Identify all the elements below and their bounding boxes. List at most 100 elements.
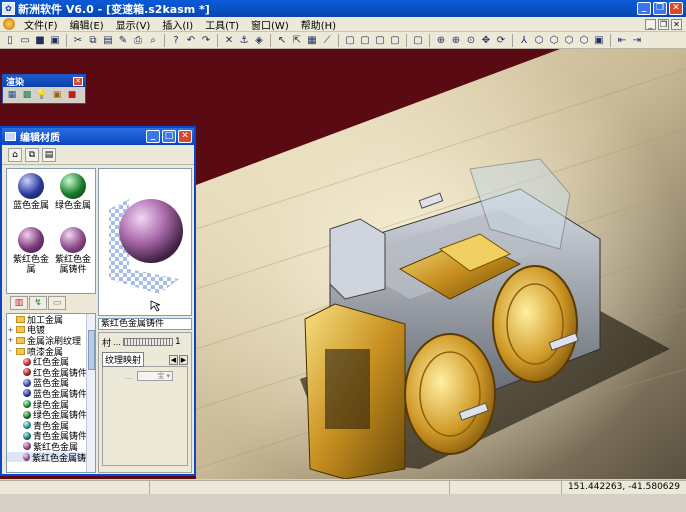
minimize-button[interactable]: _ [637,2,651,15]
material-ball-icon [23,357,31,366]
floating-toolbar-close-button[interactable]: ✕ [73,76,83,86]
menu-insert[interactable]: 插入(I) [156,17,199,32]
print-preview-icon[interactable]: ⌕ [146,33,160,47]
menu-edit[interactable]: 编辑(E) [64,17,110,32]
material-swatch[interactable]: 紫红色金属 [9,227,53,275]
layout-right-icon[interactable]: ⇥ [630,33,644,47]
library-tabs: ▥ ↯ ▭ [6,296,96,312]
tree-item[interactable]: 紫红色金属铸件 [7,451,95,464]
param-slider[interactable] [123,338,174,346]
material-swatch-panel: 蓝色金属 绿色金属 紫红色金属 紫红色金属铸件 [6,168,96,294]
undo-icon[interactable]: ↶ [184,33,198,47]
view-box5-icon[interactable]: ▢ [411,33,425,47]
doc-close-button[interactable]: ✕ [671,18,682,30]
render-grid-icon[interactable]: ▩ [21,89,33,101]
doc-restore-button[interactable]: ❐ [658,18,669,30]
format-brush-icon[interactable]: ✎ [116,33,130,47]
menu-file[interactable]: 文件(F) [18,17,64,32]
material-properties-panel: 村 … 1 纹理映射 ◀ ▶ … 宝 ▾ [98,332,192,473]
swatch-label: 紫红色金属 [12,255,49,275]
collapse-icon[interactable]: - [7,347,14,355]
view-box2-icon[interactable]: ▢ [358,33,372,47]
view-box4-icon[interactable]: ▢ [388,33,402,47]
paint-icon[interactable]: ◈ [252,33,266,47]
zoom-window-icon[interactable]: ⊙ [464,33,478,47]
tab-scroll-right-icon[interactable]: ▶ [179,354,188,365]
swatch-label: 蓝色金属 [12,201,49,211]
menu-window[interactable]: 窗口(W) [245,17,295,32]
material-swatch[interactable]: 绿色金属 [51,173,95,211]
cube-top-icon[interactable]: ⬡ [562,33,576,47]
material-cube-icon[interactable]: ■ [66,89,78,101]
tab-folder-icon[interactable]: ▭ [48,296,66,310]
cube-shaded-icon[interactable]: ▣ [592,33,606,47]
material-editor-minimize-button[interactable]: _ [146,130,160,143]
select-arrow-icon[interactable]: ↖ [275,33,289,47]
redo-icon[interactable]: ↷ [199,33,213,47]
tree-item[interactable]: 加工金属 [7,314,95,326]
scrollbar-thumb[interactable] [88,330,95,370]
toolbar-separator [164,33,165,47]
delete-icon[interactable]: ✕ [222,33,236,47]
anchor-icon[interactable]: ⚓ [237,33,251,47]
close-button[interactable]: ✕ [669,2,683,15]
copy-icon[interactable]: ⧉ [86,33,100,47]
cut-icon[interactable]: ✂ [71,33,85,47]
cube-front-icon[interactable]: ⬡ [532,33,546,47]
save-all-icon[interactable]: ▣ [48,33,62,47]
menu-help[interactable]: 帮助(H) [295,17,342,32]
doc-minimize-button[interactable]: _ [645,18,656,30]
material-swatch[interactable]: 蓝色金属 [9,173,53,211]
material-ball-icon [18,173,44,199]
render-scene-icon[interactable]: ▦ [6,89,18,101]
material-tree[interactable]: 加工金属 + 电镀 + 金属涂刷纹理 - 喷漆金属 红色金属 红色金属铸件 蓝色金属 … [6,313,96,473]
tab-selection-icon[interactable]: ↯ [29,296,47,310]
menu-tools[interactable]: 工具(T) [199,17,245,32]
print-icon[interactable]: ⎙ [131,33,145,47]
paste-icon[interactable]: ▤ [101,33,115,47]
material-preview-render [109,199,183,312]
material-paste-icon[interactable]: ▤ [42,147,56,162]
select-part-icon[interactable]: ⇱ [290,33,304,47]
restore-button[interactable]: ❐ [653,2,667,15]
material-swatch[interactable]: 紫红色金属铸件 [51,227,95,275]
material-ball-icon [23,442,31,451]
pan-icon[interactable]: ✥ [479,33,493,47]
tab-library-icon[interactable]: ▥ [10,296,28,310]
material-ball-icon [23,400,31,409]
help-icon[interactable]: ? [169,33,183,47]
grid-icon[interactable]: ▦ [305,33,319,47]
new-file-icon[interactable]: ▯ [3,33,17,47]
document-icon[interactable] [3,18,15,30]
material-name-field[interactable]: 紫红色金属铸件 [98,318,192,330]
expand-icon[interactable]: + [7,336,14,344]
zoom-icon[interactable]: ⊕ [434,33,448,47]
rotate-icon[interactable]: ⟳ [494,33,508,47]
zoom-in-icon[interactable]: ⊕ [449,33,463,47]
measure-icon[interactable]: ⟋ [320,33,334,47]
light-bulb-icon[interactable]: 💡 [36,89,48,101]
expand-icon[interactable]: + [7,326,14,334]
material-copy-icon[interactable]: ⧉ [25,147,39,162]
layout-left-icon[interactable]: ⇤ [615,33,629,47]
toolbar-separator [217,33,218,47]
render-view-icon[interactable]: ▣ [51,89,63,101]
tab-scroll-left-icon[interactable]: ◀ [169,354,178,365]
open-folder-icon[interactable]: ▭ [18,33,32,47]
axes-icon[interactable]: ⅄ [517,33,531,47]
tab-texture-mapping[interactable]: 纹理映射 [102,352,145,367]
material-home-icon[interactable]: ⌂ [8,147,22,162]
cube-side-icon[interactable]: ⬡ [547,33,561,47]
floating-toolbar-title[interactable]: 渲染 ✕ [3,75,85,88]
view-box3-icon[interactable]: ▢ [373,33,387,47]
save-icon[interactable]: ■ [33,33,47,47]
tree-scrollbar[interactable] [86,314,95,472]
material-editor-titlebar[interactable]: 编辑材质 _ □ ✕ [2,128,194,145]
material-editor-maximize-button[interactable]: □ [162,130,176,143]
material-editor-close-button[interactable]: ✕ [178,130,192,143]
view-box1-icon[interactable]: ▢ [343,33,357,47]
menu-view[interactable]: 显示(V) [110,17,157,32]
cube-iso-icon[interactable]: ⬡ [577,33,591,47]
material-preview[interactable] [98,168,192,316]
texture-type-dropdown[interactable]: 宝 ▾ [137,371,173,381]
